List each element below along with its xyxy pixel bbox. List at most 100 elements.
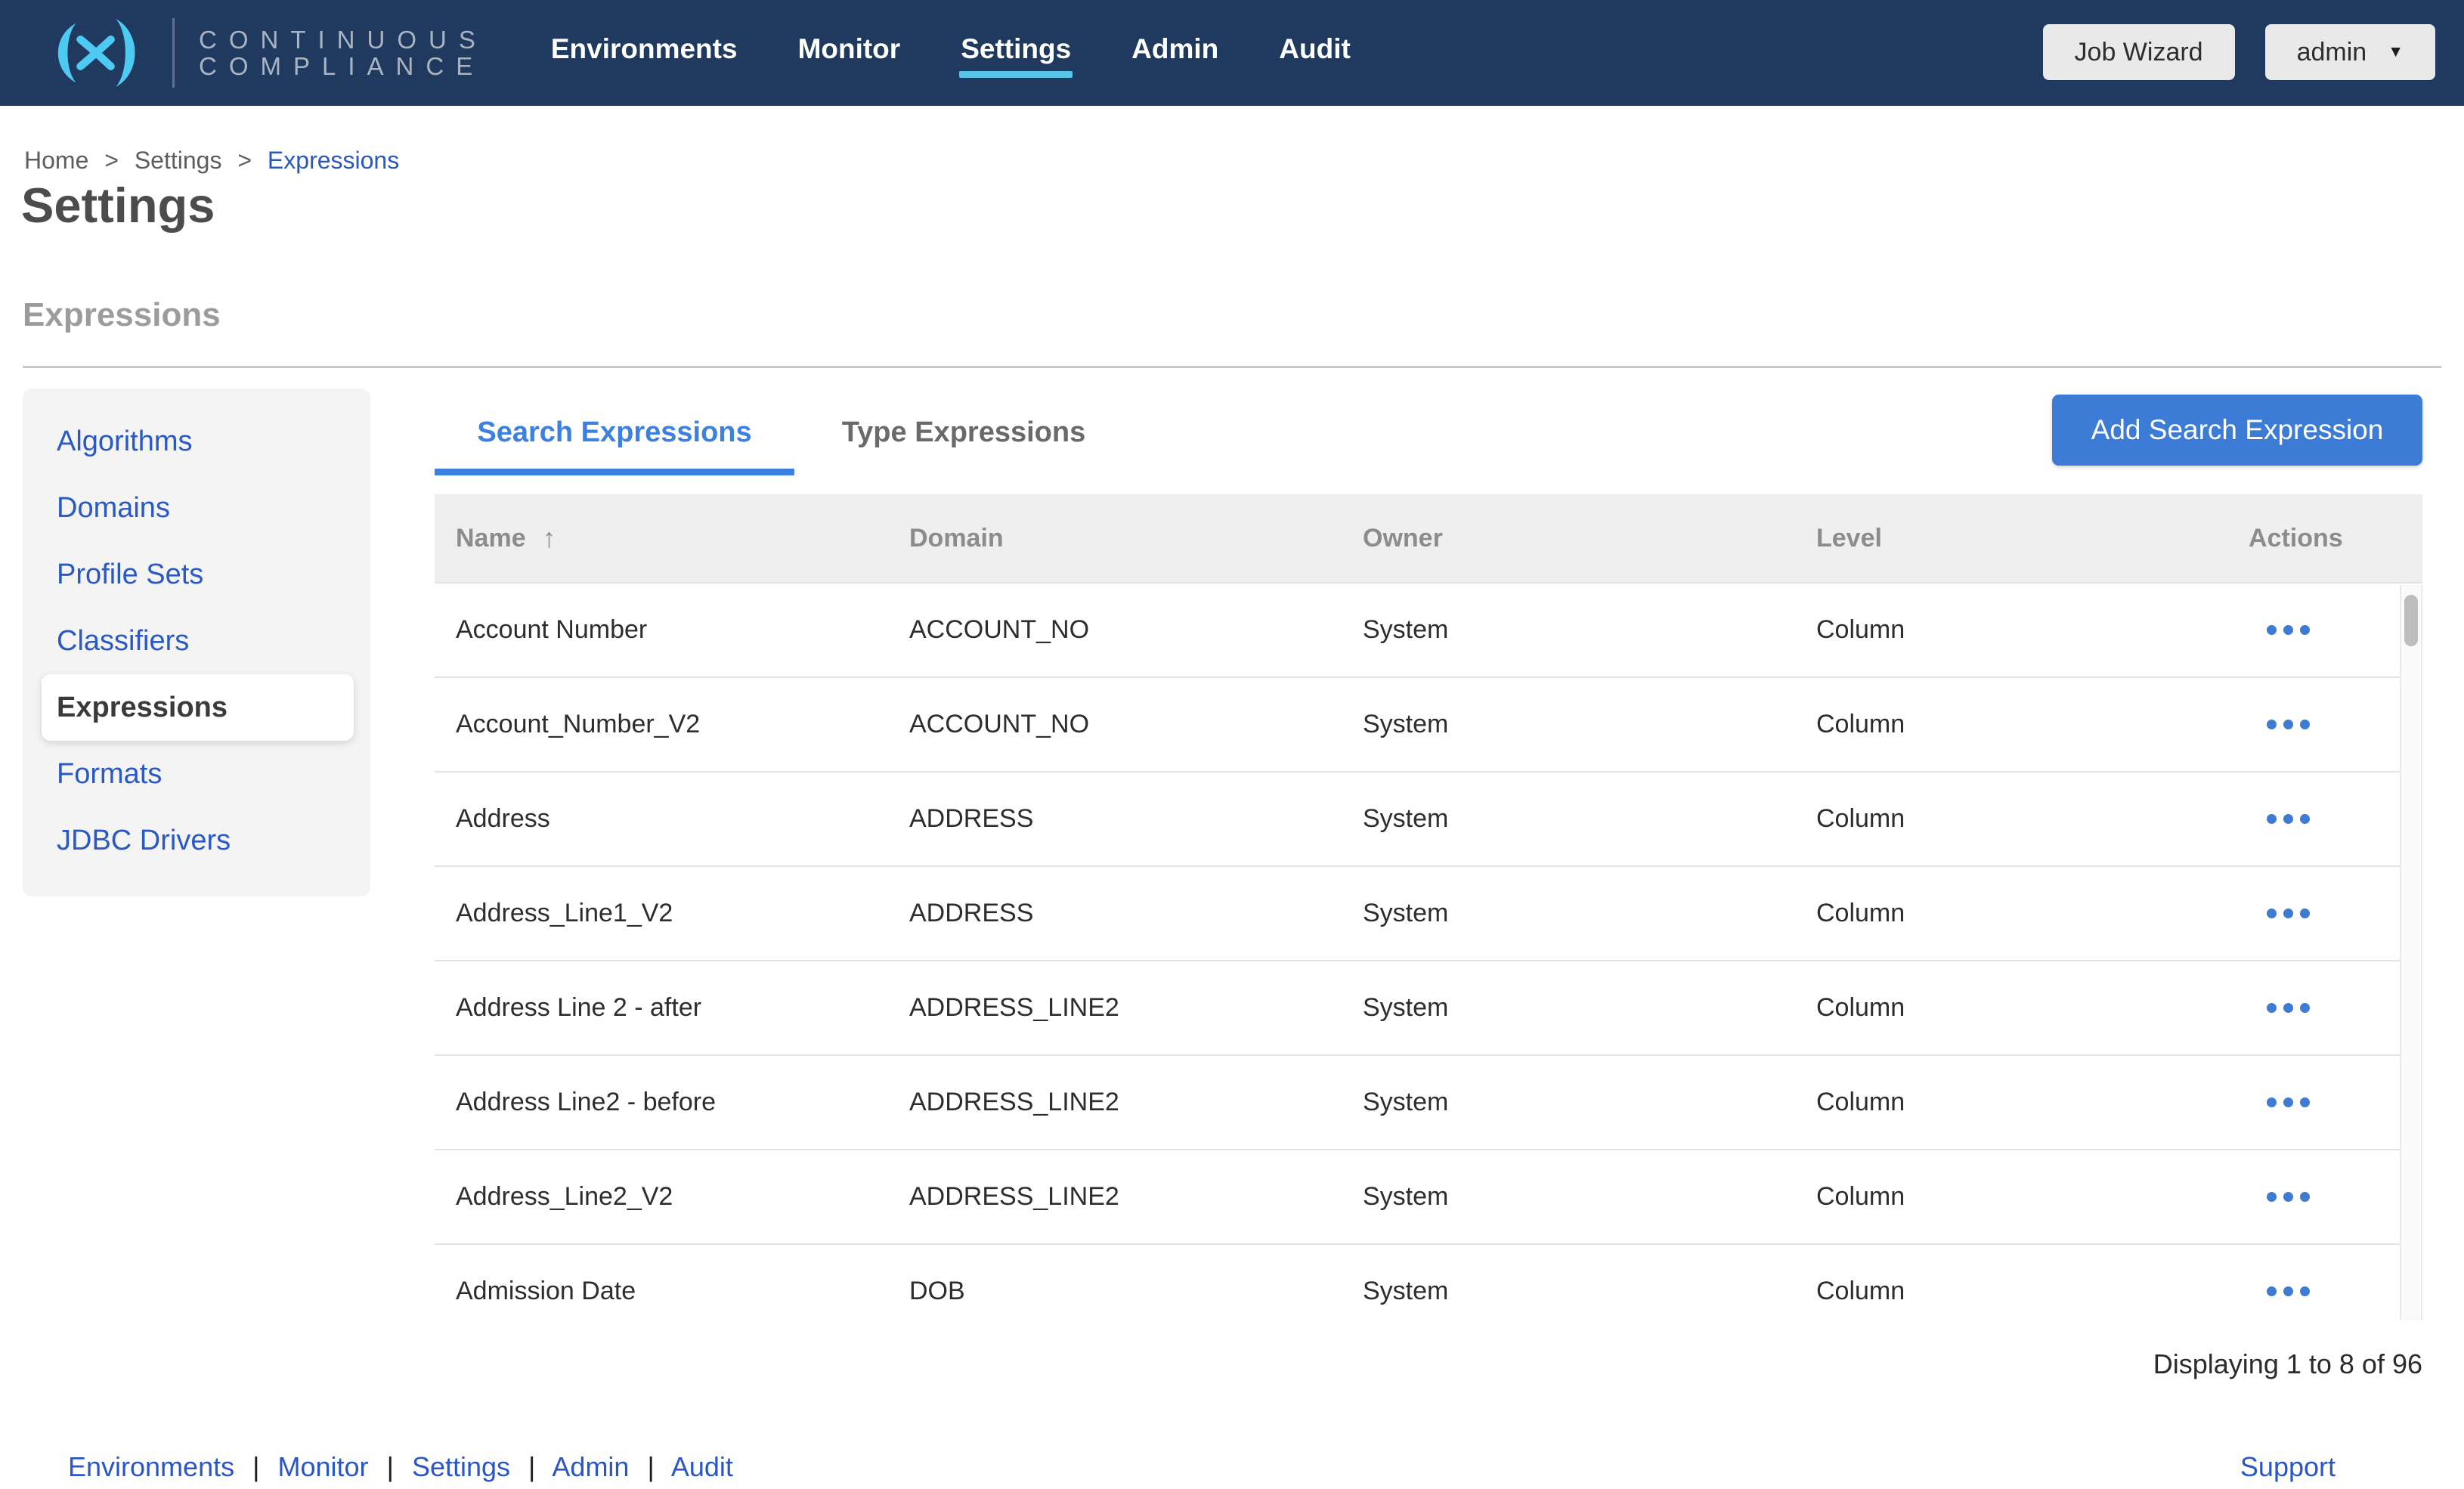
row-actions-menu-button[interactable] <box>2267 995 2312 1020</box>
nav-item-monitor[interactable]: Monitor <box>798 33 901 66</box>
footer-separator: | <box>387 1451 394 1482</box>
row-actions-menu-button[interactable] <box>2267 901 2312 926</box>
add-search-expression-button[interactable]: Add Search Expression <box>2052 395 2422 466</box>
footer-separator: | <box>252 1451 259 1482</box>
cell-owner: System <box>1342 1088 1795 1117</box>
cell-owner: System <box>1342 993 1795 1023</box>
nav-item-environments[interactable]: Environments <box>551 33 738 66</box>
cell-owner: System <box>1342 899 1795 928</box>
breadcrumb-expressions[interactable]: Expressions <box>268 147 399 174</box>
footer-link-admin[interactable]: Admin <box>552 1451 629 1482</box>
table-row: Address Line2 - before ADDRESS_LINE2 Sys… <box>435 1056 2422 1150</box>
pagination-status: Displaying 1 to 8 of 96 <box>2153 1348 2422 1380</box>
cell-owner: System <box>1342 710 1795 739</box>
active-nav-indicator <box>959 71 1073 78</box>
breadcrumb: Home > Settings > Expressions <box>24 145 399 175</box>
cell-level: Column <box>1795 1277 2249 1306</box>
cell-owner: System <box>1342 1182 1795 1212</box>
footer-separator: | <box>528 1451 535 1482</box>
sidebar-item-expressions[interactable]: Expressions <box>42 674 354 741</box>
breadcrumb-home[interactable]: Home <box>24 147 88 174</box>
cell-domain: ADDRESS_LINE2 <box>888 1088 1342 1117</box>
tab-type-expressions[interactable]: Type Expressions <box>839 416 1088 449</box>
table-row: Address_Line2_V2 ADDRESS_LINE2 System Co… <box>435 1150 2422 1245</box>
table-body: Account Number ACCOUNT_NO System Column … <box>435 584 2422 1319</box>
cell-domain: ADDRESS <box>888 804 1342 834</box>
expressions-panel: Search Expressions Type Expressions Add … <box>435 389 2422 1319</box>
table-row: Account_Number_V2 ACCOUNT_NO System Colu… <box>435 678 2422 772</box>
cell-level: Column <box>1795 899 2249 928</box>
footer-link-support[interactable]: Support <box>2240 1451 2336 1483</box>
active-tab-indicator <box>435 469 794 475</box>
column-header-level[interactable]: Level <box>1795 524 2249 553</box>
row-actions-menu-button[interactable] <box>2267 618 2312 642</box>
cell-domain: ADDRESS_LINE2 <box>888 1182 1342 1212</box>
column-header-name[interactable]: Name ↑ <box>435 522 888 554</box>
cell-domain: ADDRESS_LINE2 <box>888 993 1342 1023</box>
sort-ascending-icon: ↑ <box>543 522 556 554</box>
job-wizard-button[interactable]: Job Wizard <box>2043 24 2235 80</box>
cell-level: Column <box>1795 710 2249 739</box>
delphix-logo-icon <box>39 17 153 88</box>
sidebar-item-domains[interactable]: Domains <box>42 475 354 541</box>
top-navbar: CONTINUOUS COMPLIANCE Environments Monit… <box>0 0 2464 106</box>
cell-name: Address Line2 - before <box>435 1088 888 1117</box>
cell-level: Column <box>1795 804 2249 834</box>
row-actions-menu-button[interactable] <box>2267 1090 2312 1115</box>
column-header-domain[interactable]: Domain <box>888 524 1342 553</box>
footer-link-audit[interactable]: Audit <box>671 1451 733 1482</box>
section-divider <box>23 366 2441 368</box>
cell-name: Account Number <box>435 615 888 645</box>
tabs-row: Search Expressions Type Expressions Add … <box>435 389 2422 494</box>
footer-link-environments[interactable]: Environments <box>68 1451 234 1482</box>
cell-domain: ACCOUNT_NO <box>888 710 1342 739</box>
table-row: Address Line 2 - after ADDRESS_LINE2 Sys… <box>435 961 2422 1056</box>
brand-line-1: CONTINUOUS <box>199 26 488 53</box>
cell-name: Address <box>435 804 888 834</box>
cell-name: Address_Line2_V2 <box>435 1182 888 1212</box>
settings-sidebar: Algorithms Domains Profile Sets Classifi… <box>23 389 370 896</box>
table-row: Address_Line1_V2 ADDRESS System Column <box>435 867 2422 961</box>
expressions-table: Name ↑ Domain Owner Level Actions Accoun… <box>435 494 2422 1319</box>
sidebar-item-profile-sets[interactable]: Profile Sets <box>42 541 354 608</box>
nav-item-settings[interactable]: Settings <box>961 33 1071 66</box>
footer-link-monitor[interactable]: Monitor <box>278 1451 369 1482</box>
sidebar-item-formats[interactable]: Formats <box>42 741 354 807</box>
navbar-divider <box>172 18 175 88</box>
row-actions-menu-button[interactable] <box>2267 712 2312 737</box>
tab-search-expressions[interactable]: Search Expressions <box>435 416 794 449</box>
cell-owner: System <box>1342 615 1795 645</box>
navbar-actions: Job Wizard admin ▼ <box>2043 24 2435 80</box>
cell-name: Account_Number_V2 <box>435 710 888 739</box>
table-header-row: Name ↑ Domain Owner Level Actions <box>435 494 2422 584</box>
table-row: Address ADDRESS System Column <box>435 772 2422 867</box>
row-actions-menu-button[interactable] <box>2267 1279 2312 1304</box>
row-actions-menu-button[interactable] <box>2267 806 2312 831</box>
row-actions-menu-button[interactable] <box>2267 1184 2312 1209</box>
user-menu-button[interactable]: admin ▼ <box>2265 24 2435 80</box>
cell-level: Column <box>1795 1182 2249 1212</box>
cell-level: Column <box>1795 615 2249 645</box>
cell-owner: System <box>1342 804 1795 834</box>
sidebar-item-classifiers[interactable]: Classifiers <box>42 608 354 674</box>
app-logo[interactable] <box>39 17 153 88</box>
primary-navigation: Environments Monitor Settings Admin Audi… <box>551 33 1351 66</box>
footer-navigation: Environments | Monitor | Settings | Admi… <box>68 1451 733 1483</box>
chevron-down-icon: ▼ <box>2388 43 2404 61</box>
cell-domain: ADDRESS <box>888 899 1342 928</box>
section-title: Expressions <box>23 296 221 334</box>
table-row: Admission Date DOB System Column <box>435 1245 2422 1319</box>
table-scrollbar-thumb[interactable] <box>2404 595 2418 646</box>
footer-link-settings[interactable]: Settings <box>412 1451 510 1482</box>
cell-domain: ACCOUNT_NO <box>888 615 1342 645</box>
brand-line-2: COMPLIANCE <box>199 53 488 79</box>
table-scrollbar-track[interactable] <box>2400 585 2422 1320</box>
nav-item-admin[interactable]: Admin <box>1131 33 1218 66</box>
breadcrumb-settings[interactable]: Settings <box>135 147 222 174</box>
sidebar-item-algorithms[interactable]: Algorithms <box>42 408 354 475</box>
sidebar-item-jdbc-drivers[interactable]: JDBC Drivers <box>42 807 354 874</box>
cell-name: Address_Line1_V2 <box>435 899 888 928</box>
column-header-owner[interactable]: Owner <box>1342 524 1795 553</box>
nav-item-audit[interactable]: Audit <box>1279 33 1351 66</box>
cell-level: Column <box>1795 1088 2249 1117</box>
